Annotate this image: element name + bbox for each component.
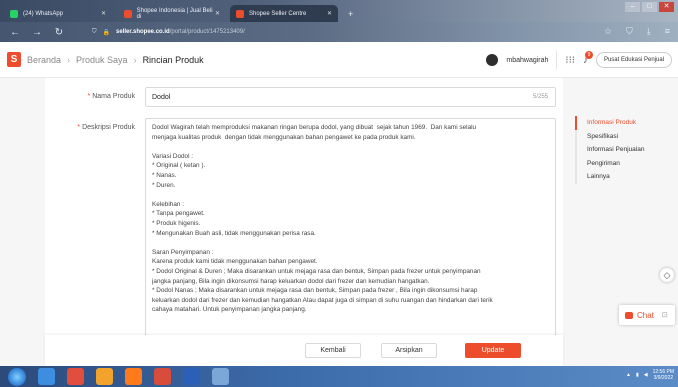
shopee-logo[interactable]: S bbox=[7, 52, 21, 67]
clock[interactable]: 12:56 PM 3/9/2022 bbox=[653, 369, 674, 381]
window-controls: – □ ✕ bbox=[625, 2, 674, 12]
desc-line: Kelebihan : bbox=[152, 200, 184, 208]
close-tab-icon[interactable]: ✕ bbox=[101, 10, 106, 17]
desc-line: * Tanpa pengawet. bbox=[152, 210, 205, 218]
url-field[interactable]: ⛉ 🔒 seller.shopee.co.id/portal/product/1… bbox=[92, 29, 245, 36]
desc-line: * Dodol Nanas ; Maka disarankan untuk me… bbox=[152, 287, 478, 295]
desc-line: keluarkan dodol dari frezer dan kemudian… bbox=[152, 296, 493, 304]
desc-line bbox=[152, 190, 549, 200]
action-bar: Kembali Arsipkan Update bbox=[45, 335, 563, 366]
breadcrumb-products[interactable]: Produk Saya bbox=[76, 55, 128, 65]
avatar[interactable] bbox=[486, 54, 499, 66]
back-button[interactable]: Kembali bbox=[305, 343, 361, 358]
menu-icon[interactable]: ≡ bbox=[665, 26, 670, 37]
office-icon[interactable] bbox=[154, 368, 171, 385]
desc-line: * Duren. bbox=[152, 181, 176, 189]
shield-icon[interactable]: ⛉ bbox=[626, 26, 633, 37]
section-nav: Informasi Produk Spesifikasi Informasi P… bbox=[575, 116, 644, 184]
char-counter: 5/255 bbox=[532, 94, 548, 100]
volume-icon[interactable]: ◀ bbox=[644, 372, 648, 378]
chat-bubble-icon bbox=[625, 311, 633, 319]
desc-line: * Produk higenis. bbox=[152, 219, 201, 227]
section-nav-item-specification[interactable]: Spesifikasi bbox=[575, 129, 644, 143]
word-icon[interactable] bbox=[183, 368, 200, 385]
system-tray: ▲ ▮ ◀ 12:56 PM 3/9/2022 bbox=[626, 369, 674, 381]
education-center-button[interactable]: Pusat Edukasi Penjual bbox=[595, 52, 672, 68]
forward-arrow-icon[interactable]: → bbox=[30, 27, 44, 38]
address-bar: ← → ↻ ⛉ 🔒 seller.shopee.co.id/portal/pro… bbox=[0, 22, 678, 42]
username[interactable]: mbahwagirah bbox=[506, 57, 548, 64]
desc-line: * Original ( ketan ). bbox=[152, 162, 206, 170]
shield-icon: ⛉ bbox=[92, 28, 97, 35]
chevron-right-icon: › bbox=[133, 54, 137, 65]
desc-line: Dodol Wagirah telah memproduksi makanan … bbox=[152, 124, 477, 131]
desc-line: cahaya matahari. Untuk penyimpanan jangk… bbox=[152, 306, 307, 314]
notification-bell-icon[interactable]: ♪ 9 bbox=[583, 50, 593, 66]
desc-line bbox=[152, 142, 549, 152]
product-name-input[interactable]: Dodol 5/255 bbox=[145, 87, 556, 107]
breadcrumb-home[interactable]: Beranda bbox=[27, 55, 61, 65]
explorer-icon[interactable] bbox=[38, 368, 55, 385]
whatsapp-icon bbox=[10, 9, 18, 18]
update-button[interactable]: Update bbox=[465, 343, 521, 358]
desc-line: * Nanas. bbox=[152, 171, 177, 179]
desc-line: jangka panjang, Bila ingin dikonsumsi ha… bbox=[152, 277, 430, 285]
media-player-icon[interactable] bbox=[67, 368, 84, 385]
tab-shopee-indonesia[interactable]: Shopee Indonesia | Jual Beli di ✕ bbox=[118, 5, 226, 22]
shopee-icon bbox=[124, 9, 132, 18]
tray-arrow-icon[interactable]: ▲ bbox=[626, 372, 631, 378]
close-tab-icon[interactable]: ✕ bbox=[327, 10, 332, 17]
browser-tab-bar: (24) WhatsApp ✕ Shopee Indonesia | Jual … bbox=[0, 0, 678, 22]
bookmark-star-icon[interactable]: ☆ bbox=[604, 26, 612, 37]
close-window-icon[interactable]: ✕ bbox=[659, 2, 674, 12]
browser-icon[interactable] bbox=[125, 368, 142, 385]
tab-shopee-seller-centre[interactable]: Shopee Seller Centre ✕ bbox=[230, 5, 338, 22]
tab-whatsapp[interactable]: (24) WhatsApp ✕ bbox=[4, 5, 112, 22]
section-nav-item-shipping[interactable]: Pengiriman bbox=[575, 156, 644, 170]
app-header: S Beranda › Produk Saya › Rincian Produk… bbox=[0, 42, 678, 78]
product-description-label: * Deskripsi Produk bbox=[77, 124, 135, 131]
desc-line: * Mengunakan Buah asli, tidak menggunaka… bbox=[152, 229, 316, 237]
desc-line: Karena produk kami tidak menggunakan bah… bbox=[152, 258, 318, 266]
header-divider bbox=[556, 50, 558, 70]
notification-badge: 9 bbox=[584, 50, 593, 59]
desc-line: Saran Penyimpanan : bbox=[152, 248, 214, 256]
taskbar: ▲ ▮ ◀ 12:56 PM 3/9/2022 bbox=[0, 366, 678, 387]
new-tab-button[interactable]: + bbox=[342, 5, 356, 22]
desc-line: * Dodol Original & Duren ; Maka disarank… bbox=[152, 267, 481, 275]
desc-line bbox=[152, 238, 549, 248]
archive-button[interactable]: Arsipkan bbox=[381, 343, 437, 358]
minimize-icon[interactable]: – bbox=[625, 2, 640, 12]
start-button[interactable] bbox=[8, 367, 26, 386]
reload-icon[interactable]: ↻ bbox=[52, 27, 66, 38]
product-name-label: * Nama Produk bbox=[87, 93, 135, 100]
back-arrow-icon[interactable]: ← bbox=[8, 27, 22, 38]
chat-button[interactable]: Chat ⊡ bbox=[619, 305, 675, 325]
browser-toolbar-right: ☆ ⛉ ⤓ ≡ bbox=[604, 26, 670, 37]
section-nav-item-product-info[interactable]: Informasi Produk bbox=[575, 116, 644, 130]
lock-icon: 🔒 bbox=[102, 29, 110, 36]
breadcrumb-current: Rincian Produk bbox=[142, 54, 204, 65]
chat-expand-icon[interactable]: ⊡ bbox=[662, 311, 668, 319]
network-icon[interactable]: ▮ bbox=[636, 372, 639, 378]
breadcrumb: Beranda › Produk Saya › Rincian Produk bbox=[27, 55, 204, 65]
shopee-icon bbox=[236, 9, 244, 18]
close-tab-icon[interactable]: ✕ bbox=[215, 10, 220, 17]
help-float-icon[interactable]: ◇ bbox=[660, 268, 674, 282]
download-icon[interactable]: ⤓ bbox=[647, 26, 651, 37]
header-actions: mbahwagirah ⁝⁝⁝ ♪ 9 Pusat Edukasi Penjual bbox=[486, 50, 672, 70]
paint-icon[interactable] bbox=[212, 368, 229, 385]
firefox-icon[interactable] bbox=[96, 368, 113, 385]
desc-line: menjaga kualitas produk dengan tidak men… bbox=[152, 133, 416, 141]
maximize-icon[interactable]: □ bbox=[642, 2, 657, 12]
section-nav-item-sales-info[interactable]: Informasi Penjualan bbox=[575, 143, 644, 157]
chevron-right-icon: › bbox=[67, 54, 71, 65]
section-nav-item-others[interactable]: Lainnya bbox=[575, 170, 644, 184]
apps-grid-icon[interactable]: ⁝⁝⁝ bbox=[565, 55, 575, 66]
desc-line: Variasi Dodol : bbox=[152, 152, 194, 160]
product-description-textarea[interactable]: Dodol Wagirah telah memproduksi makanan … bbox=[145, 118, 556, 335]
product-form-card: * Nama Produk Dodol 5/255 * Deskripsi Pr… bbox=[45, 78, 563, 335]
